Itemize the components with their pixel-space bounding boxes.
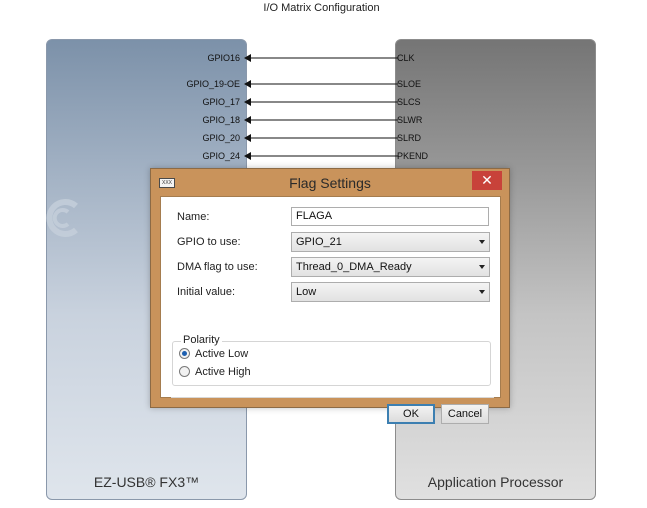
gpio-label: GPIO_20 [202,133,240,143]
arrow-left-icon [244,152,251,160]
gpio-to-use-select[interactable]: GPIO_21 [291,232,490,252]
signal-label: SLOE [397,79,422,89]
dialog-body: Name: FLAGA GPIO to use: GPIO_21 DMA fla… [160,196,501,424]
gpio-label: GPIO16 [207,53,240,63]
signal-label: PKEND [397,151,429,161]
initial-value-value: Low [296,286,317,298]
radio-unselected-icon [179,366,190,377]
close-icon: ✕ [481,172,493,188]
active-low-radio[interactable]: Active Low [179,348,248,360]
connection-line [244,78,398,90]
active-low-label: Active Low [195,348,249,360]
arrow-left-icon [244,98,251,106]
arrow-left-icon [244,116,251,124]
dma-flag-value: Thread_0_DMA_Ready [296,261,412,273]
active-high-radio[interactable]: Active High [179,366,251,378]
arrow-left-icon [244,80,251,88]
ok-button[interactable]: OK [387,404,435,424]
application-processor-label: Application Processor [427,474,564,490]
signal-label: SLWR [397,115,423,125]
arrow-left-icon [244,134,251,142]
window-title: I/O Matrix Configuration [263,2,380,14]
gpio-label: GPIO_24 [202,151,240,161]
arrow-left-icon [244,54,251,62]
name-label: Name: [177,211,210,223]
button-separator [171,397,494,398]
gpio-label: GPIO_18 [202,115,240,125]
active-high-label: Active High [195,366,251,378]
polarity-legend: Polarity [181,334,222,346]
dialog-title: Flag Settings [289,175,371,191]
cancel-button[interactable]: Cancel [441,404,489,424]
dma-flag-label: DMA flag to use: [177,261,258,273]
signal-label: SLRD [397,133,422,143]
connection-line [244,114,398,126]
radio-selected-icon [179,348,190,359]
name-field[interactable]: FLAGA [291,207,489,226]
connection-line [244,150,398,162]
fx3-panel-label: EZ-USB® FX3™ [93,474,200,490]
dropdown-arrow-icon [479,240,485,244]
initial-value-select[interactable]: Low [291,282,490,302]
polarity-group: Polarity Active Low Active High [172,334,491,386]
gpio-label: GPIO_19-OE [186,79,240,89]
connection-line [244,52,398,64]
gpio-label: GPIO_17 [202,97,240,107]
connection-line [244,132,398,144]
close-button[interactable]: ✕ [472,171,502,190]
signal-label: CLK [397,53,415,63]
dialog-titlebar[interactable]: XXX Flag Settings ✕ [151,169,509,195]
connection-line [244,96,398,108]
dropdown-arrow-icon [479,290,485,294]
signal-label: SLCS [397,97,421,107]
flag-settings-dialog: XXX Flag Settings ✕ Name: FLAGA GPIO to … [150,168,510,424]
dma-flag-select[interactable]: Thread_0_DMA_Ready [291,257,490,277]
gpio-to-use-label: GPIO to use: [177,236,241,248]
gpio-to-use-value: GPIO_21 [296,236,342,248]
initial-value-label: Initial value: [177,286,236,298]
cypress-logo-icon [46,199,78,237]
dropdown-arrow-icon [479,265,485,269]
